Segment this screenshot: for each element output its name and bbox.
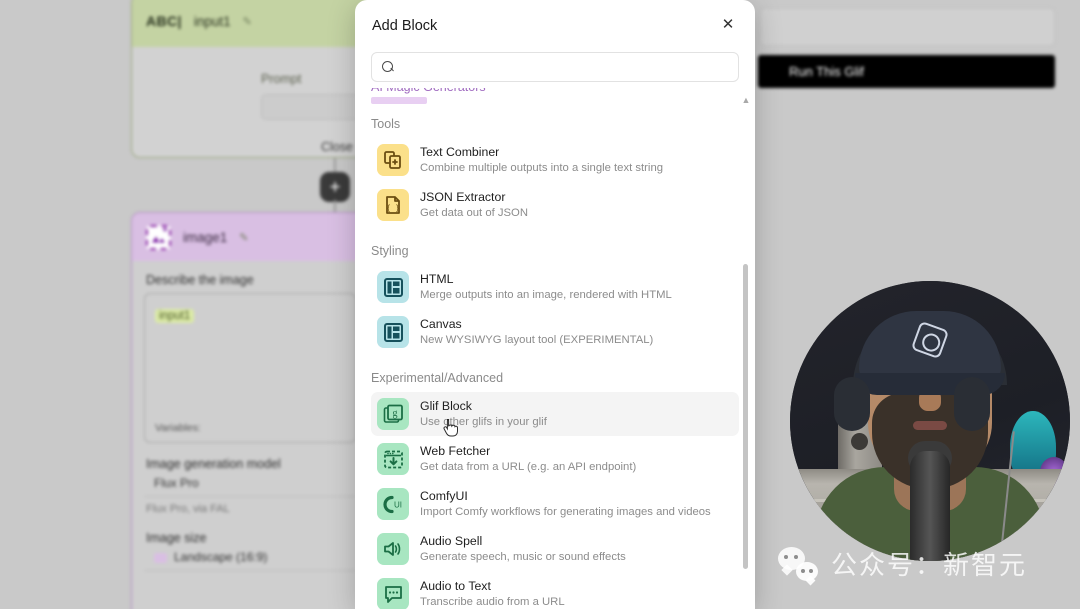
speech-bubble-icon [377,578,409,609]
watermark: 公众号：新智元 [778,545,1027,582]
list-item-text: Audio to Text Transcribe audio from a UR… [420,578,565,609]
list-item-text: Glif Block Use other glifs in your glif [420,398,547,430]
describe-label: Describe the image [146,273,254,287]
pencil-icon[interactable]: ✎ [243,15,252,28]
svg-text:g: g [392,408,397,419]
list-item[interactable]: Text Combiner Combine multiple outputs i… [371,138,739,182]
list-item[interactable]: UI ComfyUI Import Comfy workflows for ge… [371,482,739,526]
size-value[interactable]: Landscape (16:9) [132,550,368,570]
json-extractor-icon: { } [377,189,409,221]
list-item-desc: New WYSIWYG layout tool (EXPERIMENTAL) [420,334,654,346]
divider [144,570,356,571]
list-item-text: Canvas New WYSIWYG layout tool (EXPERIME… [420,316,653,348]
list-item-text: Text Combiner Combine multiple outputs i… [420,144,663,176]
list-item-text: JSON Extractor Get data out of JSON [420,189,528,221]
list-item-title: Web Fetcher [420,444,491,458]
list-item-desc: Combine multiple outputs into a single t… [420,162,664,174]
size-label: Image size [146,531,207,545]
prompt-label: Prompt [261,72,302,86]
prompt-textarea[interactable]: input1 Variables: [144,293,356,443]
list-item-title: Canvas [420,317,462,331]
search-input[interactable] [402,60,728,74]
search-box[interactable] [371,52,739,82]
svg-text:{ }: { } [386,204,400,213]
block-list[interactable]: AI Magic Generators Tools Text Combiner … [355,88,755,609]
list-item[interactable]: Web Fetcher Get data from a URL (e.g. an… [371,437,739,481]
text-combiner-icon [377,144,409,176]
list-item-title: ComfyUI [420,489,468,503]
list-item-desc: Use other glifs in your glif [420,416,547,428]
list-item-desc: Import Comfy workflows for generating im… [420,506,711,518]
image-plus-icon [146,224,171,250]
watermark-text: 公众号：新智元 [831,550,1028,580]
scrollbar-track[interactable] [743,96,748,601]
list-item-title: Audio to Text [420,579,491,593]
block-card-input1[interactable]: ABC| input1 ✎ [131,0,369,158]
block-name: input1 [193,13,231,29]
abc-icon: ABC| [146,13,182,29]
modal-title: Add Block [372,18,438,34]
list-item-title: Glif Block [420,399,472,413]
list-item-text: ComfyUI Import Comfy workflows for gener… [420,488,711,520]
group-underline [371,97,427,104]
comfyui-icon: UI [377,488,409,520]
aspect-swatch [154,552,167,563]
list-item-desc: Get data from a URL (e.g. an API endpoin… [420,461,637,473]
run-glif-label: Run This Glif [789,64,864,79]
close-icon[interactable]: ✕ [718,16,738,36]
variables-label: Variables: [155,422,201,434]
block-name: image1 [183,229,228,245]
wechat-logo [778,546,818,581]
list-item[interactable]: Audio Spell Generate speech, music or so… [371,527,739,571]
add-block-button[interactable]: + [320,172,350,202]
block-card-header: image1 ✎ [132,213,368,261]
list-item-desc: Merge outputs into an image, rendered wi… [420,289,672,301]
close-button[interactable]: Close [321,140,353,154]
list-item-title: HTML [420,272,454,286]
model-hint: Flux Pro, via FAL [146,503,230,515]
speaker-icon [377,533,409,565]
list-item[interactable]: { } JSON Extractor Get data out of JSON [371,183,739,227]
modal-header: Add Block ✕ [355,0,755,52]
list-item-text: Web Fetcher Get data from a URL (e.g. an… [420,443,636,475]
list-item-title: Audio Spell [420,534,483,548]
block-card-image1[interactable]: image1 ✎ Describe the image input1 Varia… [131,212,369,609]
model-label: Image generation model [146,457,281,471]
list-item[interactable]: Audio to Text Transcribe audio from a UR… [371,572,739,609]
group-heading-tools: Tools [371,117,401,131]
add-block-modal: Add Block ✕ AI Magic Generators Tools [355,0,755,609]
list-item-text: Audio Spell Generate speech, music or so… [420,533,626,565]
block-card-header: ABC| input1 ✎ [132,0,368,47]
list-item-desc: Generate speech, music or sound effects [420,551,626,563]
list-item[interactable]: g Glif Block Use other glifs in your gli… [371,392,739,436]
search-icon [382,61,394,73]
scrollbar-thumb[interactable] [743,264,748,569]
list-item-text: HTML Merge outputs into an image, render… [420,271,672,303]
webcam-overlay [790,281,1070,561]
group-heading-label: AI Magic Generators [371,88,486,94]
list-item-title: Text Combiner [420,145,500,159]
group-heading-styling: Styling [371,244,409,258]
canvas-layout-icon [377,316,409,348]
pencil-icon[interactable]: ✎ [239,231,248,244]
list-item[interactable]: HTML Merge outputs into an image, render… [371,265,739,309]
list-item-title: JSON Extractor [420,190,506,204]
size-value-text: Landscape (16:9) [174,550,268,564]
list-item-desc: Transcribe audio from a URL [420,596,565,608]
output-field[interactable] [760,8,1055,46]
search-wrapper [355,52,755,82]
group-heading-ai-magic: AI Magic Generators [371,88,739,104]
variable-chip: input1 [155,309,195,323]
screen: ABC| input1 ✎ Prompt Prompt Close + imag… [0,0,1080,609]
html-layout-icon [377,271,409,303]
svg-text:UI: UI [394,500,402,509]
list-item-desc: Get data out of JSON [420,207,529,219]
model-value[interactable]: Flux Pro [132,476,368,496]
run-glif-button[interactable]: Run This Glif [758,55,1055,88]
glif-block-icon: g [377,398,409,430]
group-heading-experimental: Experimental/Advanced [371,371,504,385]
web-fetcher-icon [377,443,409,475]
list-item[interactable]: Canvas New WYSIWYG layout tool (EXPERIME… [371,310,739,354]
